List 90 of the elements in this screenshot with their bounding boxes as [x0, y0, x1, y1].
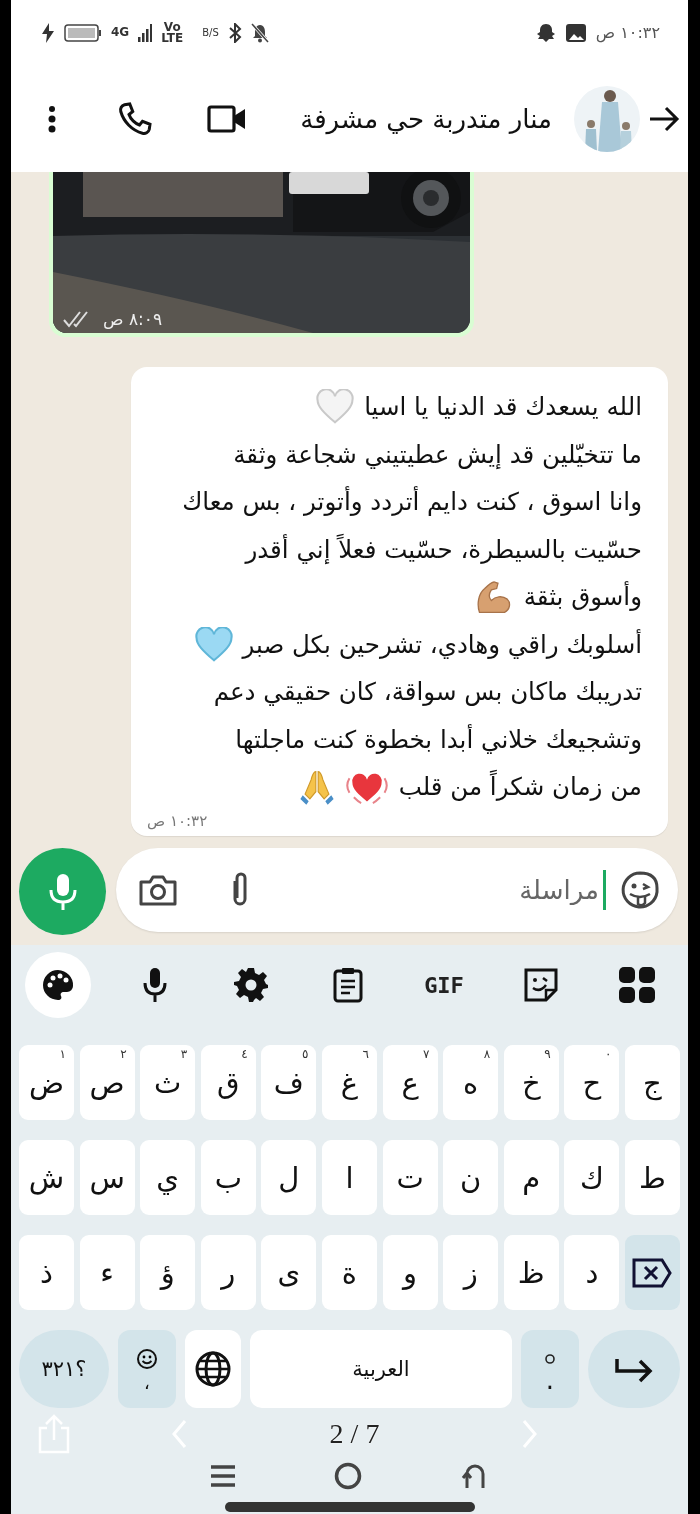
- volte-label: Vo: [163, 21, 181, 33]
- message-line: ما تتخيّلين قد إيش عطيتيني شجاعة وثقة: [233, 439, 642, 469]
- key[interactable]: س: [79, 1140, 135, 1215]
- key[interactable]: ي: [140, 1140, 196, 1215]
- message-line: من زمان شكراً من قلب: [398, 772, 642, 802]
- key[interactable]: ظ: [503, 1235, 559, 1310]
- comma-key[interactable]: ،: [118, 1330, 176, 1408]
- key-hint: ٥: [301, 1047, 309, 1061]
- key[interactable]: ه ٨: [443, 1045, 499, 1120]
- message-time: ١٠:٣٢ ص: [147, 811, 208, 830]
- text-cursor: [603, 870, 606, 910]
- key[interactable]: ؤ: [140, 1235, 196, 1310]
- key[interactable]: ط: [624, 1140, 680, 1215]
- heart-icon: [194, 626, 233, 662]
- key[interactable]: ت: [382, 1140, 438, 1215]
- key[interactable]: ج: [624, 1045, 680, 1120]
- sukun-icon: [544, 1353, 556, 1365]
- key[interactable]: ح ٠: [564, 1045, 620, 1120]
- key[interactable]: ى: [261, 1235, 317, 1310]
- contact-name[interactable]: منار متدربة حي مشرفة: [300, 103, 552, 134]
- key[interactable]: ع ٧: [382, 1045, 438, 1120]
- sticker-icon[interactable]: [620, 870, 660, 910]
- message-line: وانا اسوق ، كنت دايم أتردد وأتوتر ، بس معاك: [182, 487, 642, 517]
- key[interactable]: ز: [443, 1235, 499, 1310]
- key[interactable]: ق ٤: [200, 1045, 256, 1120]
- key-hint: ٢: [120, 1047, 127, 1061]
- message-input[interactable]: مراسلة: [252, 874, 601, 906]
- network-label: 4G: [111, 27, 130, 38]
- home-icon[interactable]: [334, 1462, 363, 1490]
- key[interactable]: د: [564, 1235, 620, 1310]
- message-line: وتشجيعك خلاني أبدا بخطوة كنت ماجلتها: [235, 724, 642, 754]
- speed-label: B/S: [202, 27, 219, 38]
- key-hint: ٩: [544, 1047, 551, 1061]
- key[interactable]: و: [382, 1235, 438, 1310]
- backspace-icon: [632, 1257, 673, 1288]
- key-hint: ٧: [423, 1047, 430, 1061]
- key-hint: ٤: [241, 1047, 248, 1061]
- page-counter: 2 / 7: [329, 1418, 380, 1450]
- key[interactable]: ة: [321, 1235, 377, 1310]
- key[interactable]: ذ: [19, 1235, 74, 1310]
- symbols-key[interactable]: ؟٣٢١: [19, 1330, 109, 1408]
- gif-button[interactable]: GIF: [411, 952, 477, 1018]
- key[interactable]: ك: [564, 1140, 620, 1215]
- key[interactable]: ض ١: [19, 1045, 74, 1120]
- key[interactable]: ر: [200, 1235, 256, 1310]
- video-call-icon[interactable]: [207, 103, 247, 134]
- message-time: ٨:٠٩ ص: [103, 309, 163, 329]
- key[interactable]: ل: [261, 1140, 317, 1215]
- key[interactable]: ب: [200, 1140, 256, 1215]
- key[interactable]: ف ٥: [261, 1045, 317, 1120]
- phone-icon[interactable]: [117, 100, 153, 137]
- charging-icon: [41, 22, 55, 43]
- heart-icon: [316, 389, 355, 425]
- gallery-icon: [564, 22, 587, 43]
- clock-time: ١٠:٣٢ ص: [595, 23, 660, 42]
- globe-key[interactable]: [185, 1330, 241, 1408]
- key-hint: ٣: [180, 1047, 188, 1061]
- signal-icon: [138, 23, 153, 42]
- key[interactable]: ث ٣: [140, 1045, 196, 1120]
- key-hint: ٠: [604, 1047, 612, 1061]
- key[interactable]: غ ٦: [321, 1045, 377, 1120]
- key[interactable]: ا: [321, 1140, 377, 1215]
- key-hint: ٦: [362, 1047, 369, 1061]
- key[interactable]: ص ٢: [79, 1045, 135, 1120]
- battery-icon: [64, 22, 102, 43]
- message-line: تدريبك ماكان بس سواقة، كان حقيقي دعم: [213, 677, 642, 707]
- key[interactable]: ش: [19, 1140, 74, 1215]
- smiley-icon: [136, 1348, 158, 1370]
- message-line: حسّيت بالسيطرة، حسّيت فعلاً إني أقدر: [245, 534, 642, 564]
- bell-off-icon: [250, 22, 269, 43]
- key-hint: ١: [59, 1047, 66, 1061]
- period-key[interactable]: .: [521, 1330, 579, 1408]
- key[interactable]: ء: [79, 1235, 135, 1310]
- key[interactable]: م: [503, 1140, 559, 1215]
- back-arrow-icon[interactable]: [648, 104, 680, 133]
- microphone-icon: [47, 871, 78, 912]
- camera-icon[interactable]: [138, 873, 178, 907]
- volte-label: LTE: [161, 32, 184, 44]
- ghost-icon: [535, 22, 556, 43]
- backspace-key[interactable]: [624, 1235, 680, 1310]
- message-line: وأسوق بثقة: [523, 582, 642, 612]
- space-key[interactable]: العربية: [250, 1330, 512, 1408]
- key-hint: ٨: [483, 1047, 491, 1061]
- bluetooth-icon: [227, 22, 242, 43]
- key[interactable]: خ ٩: [503, 1045, 559, 1120]
- message-line: أسلوبك راقي وهادي، تشرحين بكل صبر: [242, 629, 642, 659]
- key[interactable]: ن: [443, 1140, 499, 1215]
- menu-icon[interactable]: [210, 1464, 237, 1488]
- globe-icon: [194, 1350, 232, 1388]
- message-line: الله يسعدك قد الدنيا يا اسيا: [364, 392, 642, 422]
